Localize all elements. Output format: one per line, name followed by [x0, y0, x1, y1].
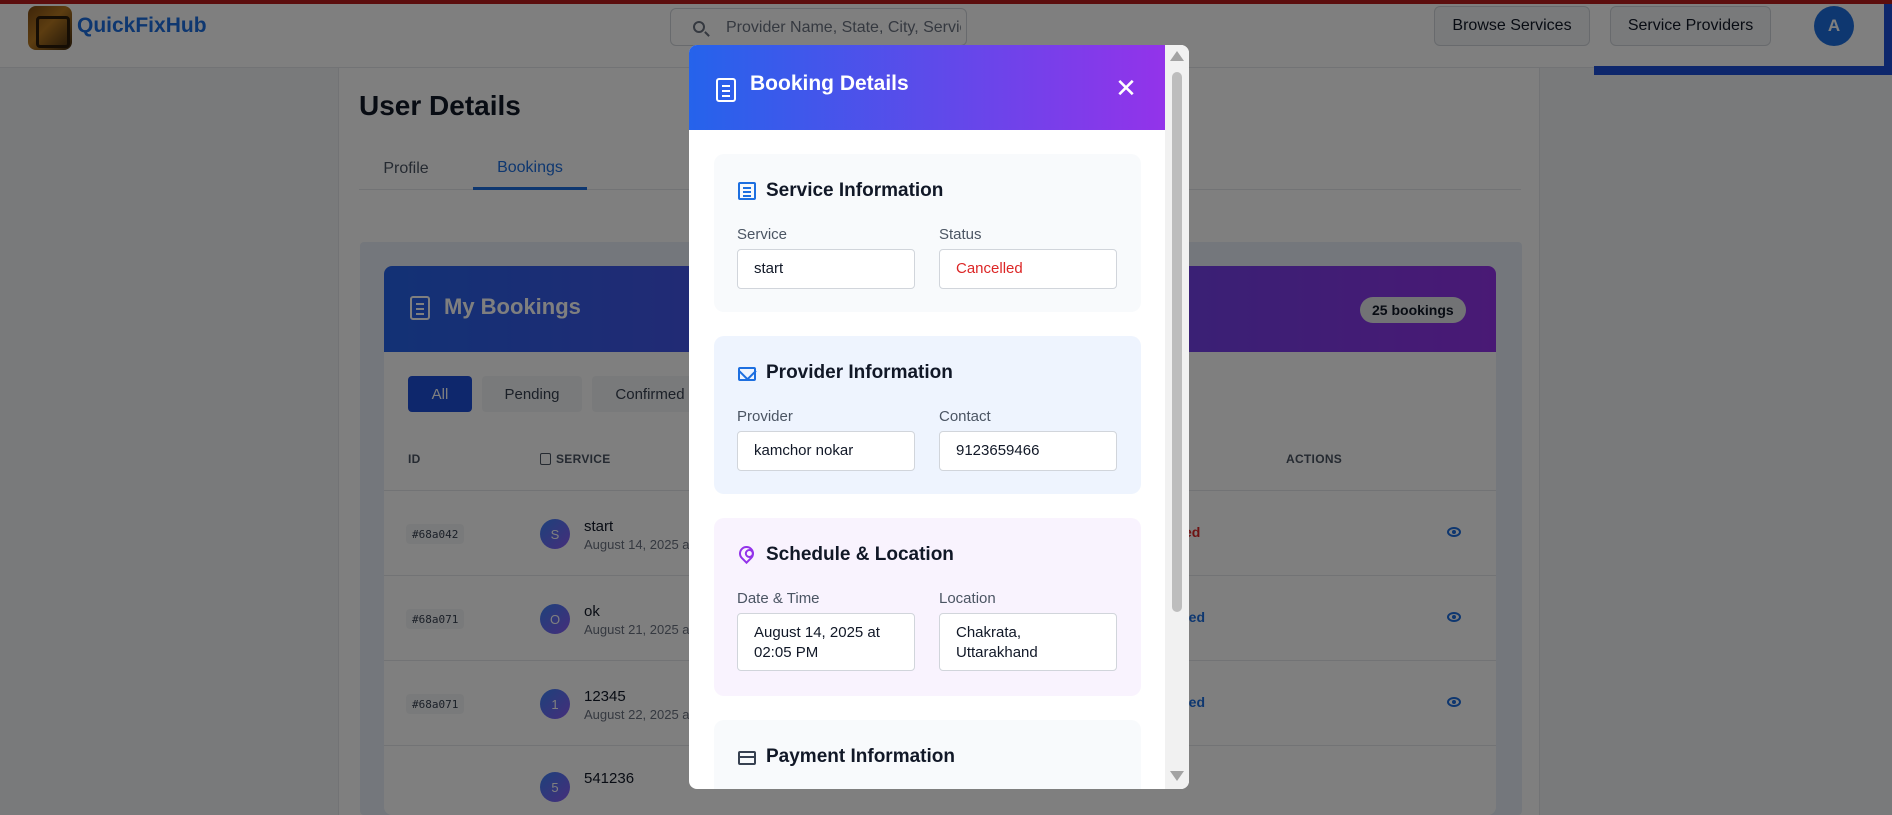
- close-icon: ✕: [1115, 73, 1137, 103]
- provider-label: Provider: [737, 408, 793, 425]
- datetime-label: Date & Time: [737, 590, 820, 607]
- schedule-location-section: Schedule & Location Date & Time August 1…: [714, 518, 1141, 696]
- payment-info-heading: Payment Information: [766, 746, 955, 767]
- payment-info-section: Payment Information: [714, 720, 1141, 789]
- credit-card-icon: [738, 751, 756, 765]
- modal-title: Booking Details: [750, 72, 909, 95]
- provider-value: kamchor nokar: [737, 431, 915, 471]
- provider-info-heading: Provider Information: [766, 362, 953, 383]
- location-value: Chakrata, Uttarakhand: [939, 613, 1117, 671]
- location-pin-icon: [735, 542, 758, 565]
- schedule-heading: Schedule & Location: [766, 544, 954, 565]
- scroll-thumb[interactable]: [1172, 72, 1182, 612]
- service-info-heading: Service Information: [766, 180, 944, 201]
- building-icon: [738, 182, 756, 200]
- service-label: Service: [737, 226, 788, 243]
- service-info-section: Service Information Service start Status…: [714, 154, 1141, 312]
- building-icon: [716, 78, 736, 102]
- scroll-down-arrow-icon[interactable]: [1170, 771, 1184, 781]
- service-value: start: [737, 249, 915, 289]
- status-label: Status: [939, 226, 982, 243]
- location-label: Location: [939, 590, 996, 607]
- booking-details-modal: Booking Details ✕ Service Information Se…: [689, 45, 1189, 789]
- datetime-value: August 14, 2025 at 02:05 PM: [737, 613, 915, 671]
- status-value: Cancelled: [939, 249, 1117, 289]
- close-button[interactable]: ✕: [1113, 75, 1139, 101]
- scroll-up-arrow-icon[interactable]: [1170, 51, 1184, 61]
- modal-header: Booking Details ✕: [689, 45, 1165, 130]
- modal-scrollbar[interactable]: [1165, 45, 1189, 789]
- contact-label: Contact: [939, 408, 991, 425]
- contact-value: 9123659466: [939, 431, 1117, 471]
- provider-info-section: Provider Information Provider kamchor no…: [714, 336, 1141, 494]
- mail-icon: [738, 367, 756, 381]
